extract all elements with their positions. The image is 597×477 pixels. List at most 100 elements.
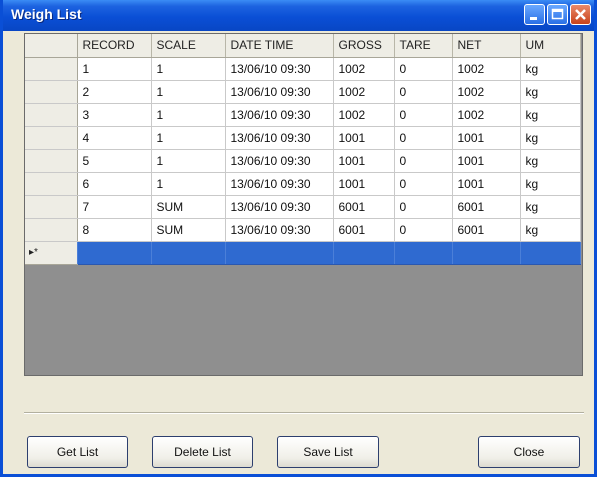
cell-gross[interactable]: 1002 xyxy=(333,57,395,81)
cell-tare[interactable]: 0 xyxy=(394,126,453,150)
row-header[interactable] xyxy=(25,218,78,242)
cell-net[interactable]: 1001 xyxy=(452,126,521,150)
cell-date-time[interactable]: 13/06/10 09:30 xyxy=(225,149,334,173)
table-row[interactable]: 4 1 13/06/10 09:30 1001 0 1001 kg xyxy=(25,126,581,150)
new-row-cell[interactable] xyxy=(333,241,395,265)
table-body: 1 1 13/06/10 09:30 1002 0 1002 kg 2 1 13/06/10 09… xyxy=(25,57,581,265)
cell-date-time[interactable]: 13/06/10 09:30 xyxy=(225,103,334,127)
cell-scale[interactable]: 1 xyxy=(151,149,226,173)
window-title: Weigh List xyxy=(11,6,82,22)
cell-um[interactable]: kg xyxy=(520,57,581,81)
cell-record[interactable]: 3 xyxy=(77,103,152,127)
cell-date-time[interactable]: 13/06/10 09:30 xyxy=(225,218,334,242)
cell-tare[interactable]: 0 xyxy=(394,218,453,242)
cell-scale[interactable]: SUM xyxy=(151,218,226,242)
cell-date-time[interactable]: 13/06/10 09:30 xyxy=(225,126,334,150)
save-list-button[interactable]: Save List xyxy=(277,436,379,468)
new-row-cell[interactable] xyxy=(225,241,334,265)
row-header[interactable] xyxy=(25,149,78,173)
cell-tare[interactable]: 0 xyxy=(394,103,453,127)
table-row[interactable]: 1 1 13/06/10 09:30 1002 0 1002 kg xyxy=(25,57,581,81)
cell-um[interactable]: kg xyxy=(520,195,581,219)
column-header-um[interactable]: UM xyxy=(520,34,581,58)
cell-net[interactable]: 1001 xyxy=(452,149,521,173)
cell-net[interactable]: 1002 xyxy=(452,57,521,81)
cell-tare[interactable]: 0 xyxy=(394,149,453,173)
new-record-row[interactable]: ▸* xyxy=(25,241,581,265)
title-bar[interactable]: Weigh List xyxy=(3,0,594,31)
row-header[interactable] xyxy=(25,80,78,104)
new-row-cell[interactable] xyxy=(520,241,581,265)
cell-um[interactable]: kg xyxy=(520,126,581,150)
cell-record[interactable]: 8 xyxy=(77,218,152,242)
cell-gross[interactable]: 1001 xyxy=(333,172,395,196)
column-header-net[interactable]: NET xyxy=(452,34,521,58)
weigh-data-grid[interactable]: RECORD SCALE DATE TIME GROSS TARE NET UM… xyxy=(24,33,583,376)
row-header[interactable] xyxy=(25,57,78,81)
table-row[interactable]: 7 SUM 13/06/10 09:30 6001 0 6001 kg xyxy=(25,195,581,219)
cell-scale[interactable]: 1 xyxy=(151,126,226,150)
new-row-cell[interactable] xyxy=(452,241,521,265)
table-row[interactable]: 2 1 13/06/10 09:30 1002 0 1002 kg xyxy=(25,80,581,104)
cell-scale[interactable]: 1 xyxy=(151,103,226,127)
get-list-button[interactable]: Get List xyxy=(27,436,128,468)
cell-um[interactable]: kg xyxy=(520,218,581,242)
cell-net[interactable]: 6001 xyxy=(452,218,521,242)
column-header-scale[interactable]: SCALE xyxy=(151,34,226,58)
cell-net[interactable]: 6001 xyxy=(452,195,521,219)
cell-tare[interactable]: 0 xyxy=(394,57,453,81)
cell-scale[interactable]: 1 xyxy=(151,80,226,104)
column-header-record[interactable]: RECORD xyxy=(77,34,152,58)
delete-list-button[interactable]: Delete List xyxy=(152,436,253,468)
cell-gross[interactable]: 1001 xyxy=(333,149,395,173)
cell-record[interactable]: 1 xyxy=(77,57,152,81)
cell-net[interactable]: 1002 xyxy=(452,103,521,127)
table-row[interactable]: 3 1 13/06/10 09:30 1002 0 1002 kg xyxy=(25,103,581,127)
maximize-button[interactable] xyxy=(547,4,568,25)
cell-um[interactable]: kg xyxy=(520,80,581,104)
table-row[interactable]: 5 1 13/06/10 09:30 1001 0 1001 kg xyxy=(25,149,581,173)
cell-record[interactable]: 4 xyxy=(77,126,152,150)
column-header-date-time[interactable]: DATE TIME xyxy=(225,34,334,58)
cell-gross[interactable]: 1002 xyxy=(333,103,395,127)
cell-gross[interactable]: 6001 xyxy=(333,195,395,219)
column-header-tare[interactable]: TARE xyxy=(394,34,453,58)
cell-record[interactable]: 6 xyxy=(77,172,152,196)
cell-date-time[interactable]: 13/06/10 09:30 xyxy=(225,172,334,196)
row-header[interactable] xyxy=(25,172,78,196)
weigh-table: RECORD SCALE DATE TIME GROSS TARE NET UM… xyxy=(25,34,581,265)
new-row-cell[interactable] xyxy=(151,241,226,265)
cell-gross[interactable]: 1002 xyxy=(333,80,395,104)
cell-scale[interactable]: 1 xyxy=(151,172,226,196)
table-row[interactable]: 6 1 13/06/10 09:30 1001 0 1001 kg xyxy=(25,172,581,196)
new-row-marker[interactable]: ▸* xyxy=(25,241,78,265)
cell-tare[interactable]: 0 xyxy=(394,172,453,196)
row-header[interactable] xyxy=(25,126,78,150)
cell-um[interactable]: kg xyxy=(520,103,581,127)
cell-tare[interactable]: 0 xyxy=(394,195,453,219)
cell-date-time[interactable]: 13/06/10 09:30 xyxy=(225,80,334,104)
cell-tare[interactable]: 0 xyxy=(394,80,453,104)
cell-record[interactable]: 5 xyxy=(77,149,152,173)
cell-gross[interactable]: 6001 xyxy=(333,218,395,242)
cell-record[interactable]: 7 xyxy=(77,195,152,219)
close-button[interactable]: Close xyxy=(478,436,580,468)
row-header[interactable] xyxy=(25,103,78,127)
cell-date-time[interactable]: 13/06/10 09:30 xyxy=(225,57,334,81)
close-window-button[interactable] xyxy=(570,4,591,25)
minimize-button[interactable] xyxy=(524,4,545,25)
cell-net[interactable]: 1001 xyxy=(452,172,521,196)
cell-gross[interactable]: 1001 xyxy=(333,126,395,150)
cell-date-time[interactable]: 13/06/10 09:30 xyxy=(225,195,334,219)
row-header[interactable] xyxy=(25,195,78,219)
column-header-gross[interactable]: GROSS xyxy=(333,34,395,58)
cell-scale[interactable]: SUM xyxy=(151,195,226,219)
new-row-cell[interactable] xyxy=(77,241,152,265)
table-row[interactable]: 8 SUM 13/06/10 09:30 6001 0 6001 kg xyxy=(25,218,581,242)
cell-um[interactable]: kg xyxy=(520,149,581,173)
cell-scale[interactable]: 1 xyxy=(151,57,226,81)
cell-um[interactable]: kg xyxy=(520,172,581,196)
cell-net[interactable]: 1002 xyxy=(452,80,521,104)
cell-record[interactable]: 2 xyxy=(77,80,152,104)
new-row-cell[interactable] xyxy=(394,241,453,265)
